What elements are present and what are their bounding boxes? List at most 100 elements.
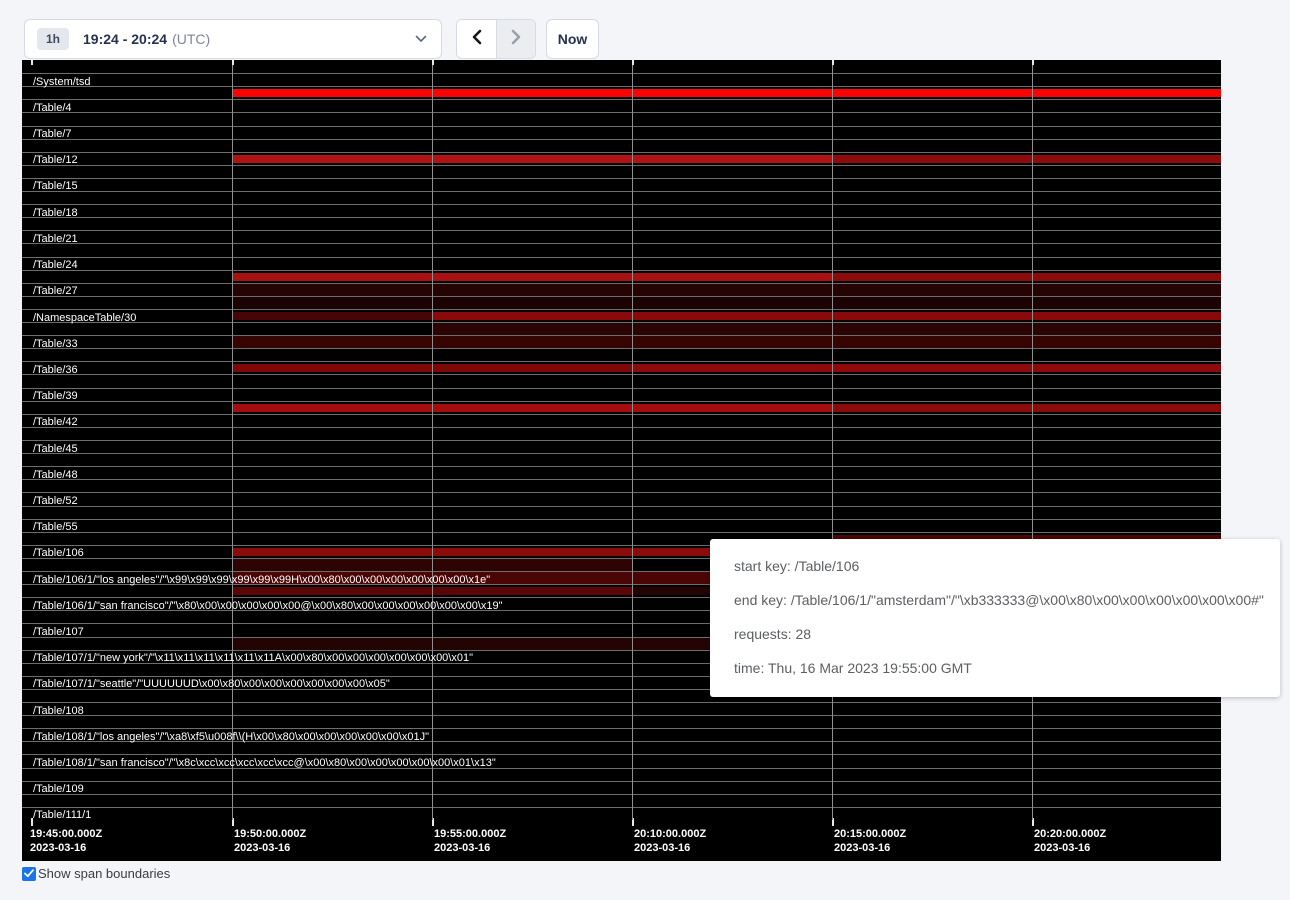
axis-tick [432, 60, 434, 65]
heatmap-row[interactable] [22, 702, 1221, 715]
heatmap-row[interactable] [22, 270, 1221, 283]
span-boundaries-label: Show span boundaries [38, 866, 170, 881]
heatmap-row[interactable] [22, 794, 1221, 807]
duration-badge: 1h [37, 28, 69, 50]
heatmap-band[interactable] [232, 336, 1221, 348]
heatmap-row[interactable] [22, 178, 1221, 191]
heatmap-row[interactable] [22, 309, 1221, 322]
heatmap-row[interactable] [22, 453, 1221, 466]
time-axis: 19:45:00.000Z2023-03-1619:50:00.000Z2023… [22, 820, 1221, 861]
heatmap-band[interactable] [832, 155, 1221, 163]
tooltip-requests: requests: 28 [734, 617, 1280, 651]
heatmap-band[interactable] [232, 89, 1221, 97]
span-key-label: /Table/108 [33, 704, 84, 717]
heatmap-row[interactable] [22, 230, 1221, 243]
next-time-button[interactable] [496, 20, 535, 58]
heatmap-row[interactable] [22, 466, 1221, 479]
time-range-label: 19:24 - 20:24 [83, 31, 167, 47]
heatmap-row[interactable] [22, 86, 1221, 99]
span-key-label: /Table/107 [33, 625, 84, 638]
heatmap-row[interactable] [22, 492, 1221, 505]
heatmap-row[interactable] [22, 401, 1221, 414]
span-boundaries-toggle[interactable]: Show span boundaries [22, 866, 170, 881]
heatmap-grid[interactable]: /System/tsd/Table/4/Table/7/Table/12/Tab… [22, 60, 1221, 820]
heatmap-row[interactable] [22, 427, 1221, 440]
heatmap-row[interactable] [22, 243, 1221, 256]
heatmap-band[interactable] [232, 273, 832, 281]
span-key-label: /Table/39 [33, 390, 78, 403]
time-bucket-gridline [232, 60, 233, 820]
heatmap-band[interactable] [632, 364, 1221, 372]
heatmap-row[interactable] [22, 807, 1221, 820]
heatmap-row[interactable] [22, 152, 1221, 165]
heatmap-band[interactable] [432, 323, 1221, 335]
tooltip-end-key: end key: /Table/106/1/"amsterdam"/"\xb33… [734, 583, 1280, 617]
span-boundaries-checkbox[interactable] [22, 867, 36, 881]
heatmap-row[interactable] [22, 191, 1221, 204]
span-key-label: /Table/18 [33, 206, 78, 219]
heatmap-row[interactable] [22, 60, 1221, 73]
heatmap-band[interactable] [432, 312, 1221, 320]
heatmap-row[interactable] [22, 139, 1221, 152]
span-key-label: /System/tsd [33, 75, 90, 88]
heatmap-row[interactable] [22, 165, 1221, 178]
heatmap-row[interactable] [22, 204, 1221, 217]
time-nav-group [456, 19, 536, 59]
heatmap-row[interactable] [22, 361, 1221, 374]
heatmap-row[interactable] [22, 519, 1221, 532]
heatmap-band[interactable] [832, 404, 1221, 412]
span-key-label: /Table/106/1/"los angeles"/"\x99\x99\x99… [33, 573, 490, 586]
heatmap-row[interactable] [22, 506, 1221, 519]
heatmap-row[interactable] [22, 335, 1221, 348]
heatmap-band[interactable] [232, 312, 432, 320]
heatmap-row[interactable] [22, 348, 1221, 361]
heatmap-row[interactable] [22, 414, 1221, 427]
heatmap-row[interactable] [22, 479, 1221, 492]
heatmap-row[interactable] [22, 73, 1221, 86]
span-key-label: /Table/52 [33, 494, 78, 507]
span-key-label: /Table/36 [33, 363, 78, 376]
heatmap-band[interactable] [232, 404, 832, 412]
span-key-label: /Table/55 [33, 521, 78, 534]
time-bucket-gridline [1032, 60, 1033, 820]
chevron-left-icon [471, 29, 482, 50]
span-key-label: /Table/108/1/"los angeles"/"\xa8\xf5\u00… [33, 730, 429, 743]
span-key-label: /Table/27 [33, 285, 78, 298]
span-key-label: /Table/45 [33, 442, 78, 455]
heatmap-band[interactable] [832, 273, 1221, 281]
heatmap-row[interactable] [22, 374, 1221, 387]
span-key-label: /Table/107/1/"new york"/"\x11\x11\x11\x1… [33, 652, 473, 665]
heatmap-row[interactable] [22, 440, 1221, 453]
axis-tick [31, 60, 33, 65]
span-key-label: /Table/33 [33, 337, 78, 350]
span-key-label: /Table/108/1/"san francisco"/"\x8c\xcc\x… [33, 756, 496, 769]
time-range-select[interactable]: 1h 19:24 - 20:24 (UTC) [24, 19, 442, 59]
heatmap-row[interactable] [22, 388, 1221, 401]
heatmap-row[interactable] [22, 715, 1221, 728]
key-visualizer-chart[interactable]: /System/tsd/Table/4/Table/7/Table/12/Tab… [22, 60, 1221, 861]
heatmap-row[interactable] [22, 296, 1221, 309]
heatmap-band[interactable] [232, 284, 1221, 296]
heatmap-row[interactable] [22, 99, 1221, 112]
heatmap-row[interactable] [22, 283, 1221, 296]
axis-tick [1032, 60, 1034, 65]
heatmap-row[interactable] [22, 322, 1221, 335]
heatmap-row[interactable] [22, 781, 1221, 794]
axis-tick [832, 60, 834, 65]
chevron-down-icon [415, 35, 427, 43]
span-key-label: /Table/12 [33, 154, 78, 167]
heatmap-row[interactable] [22, 257, 1221, 270]
heatmap-row[interactable] [22, 126, 1221, 139]
span-key-label: /Table/4 [33, 101, 72, 114]
axis-time-label: 19:50:00.000Z2023-03-16 [234, 827, 306, 855]
time-bucket-gridline [832, 60, 833, 820]
heatmap-band[interactable] [232, 155, 832, 163]
span-key-label: /Table/21 [33, 232, 78, 245]
span-key-label: /Table/42 [33, 416, 78, 429]
now-button[interactable]: Now [546, 19, 599, 59]
span-key-label: /Table/106 [33, 547, 84, 560]
heatmap-row[interactable] [22, 112, 1221, 125]
heatmap-row[interactable] [22, 217, 1221, 230]
prev-time-button[interactable] [457, 20, 496, 58]
heatmap-band[interactable] [232, 297, 1221, 309]
